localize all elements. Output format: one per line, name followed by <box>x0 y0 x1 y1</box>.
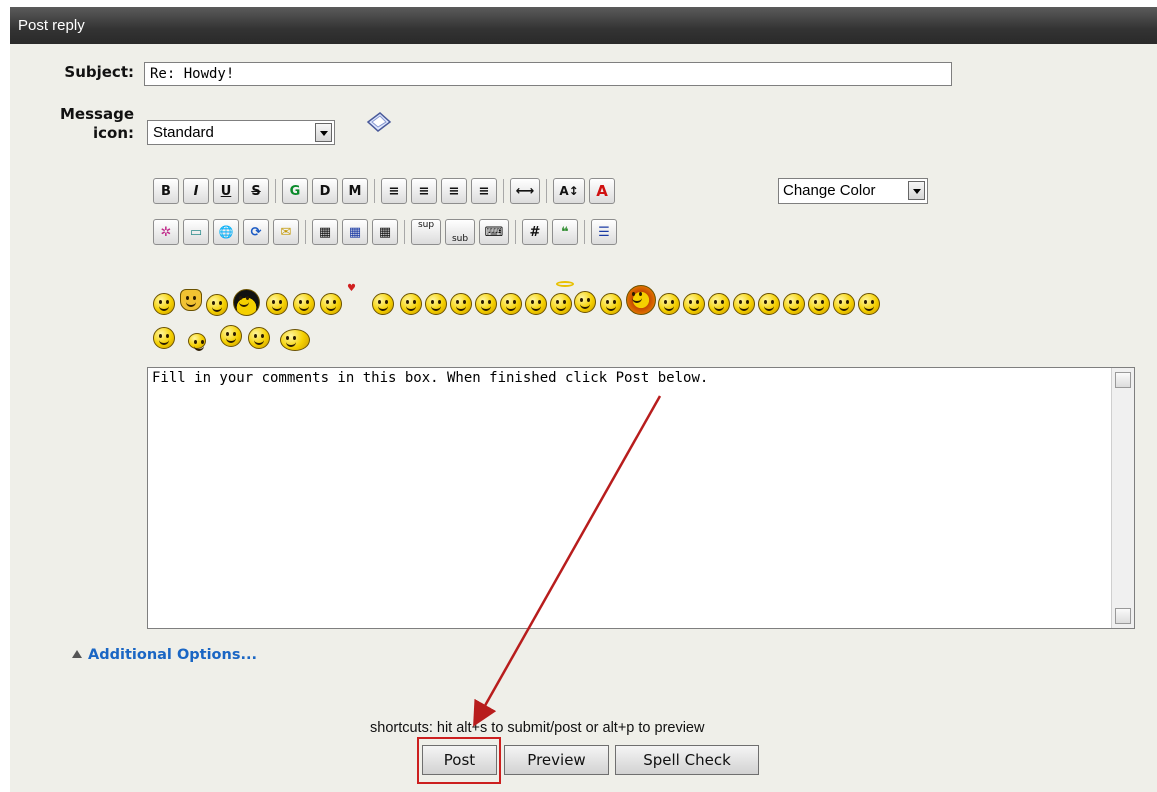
post-highlight-box <box>417 737 501 784</box>
toolbar-divider <box>374 179 375 203</box>
message-textarea[interactable]: Fill in your comments in this box. When … <box>147 367 1135 629</box>
toolbar-divider <box>305 220 306 244</box>
expand-triangle-icon <box>72 650 82 658</box>
scroll-up-icon[interactable] <box>1115 372 1131 388</box>
smiley-icon[interactable] <box>574 291 596 313</box>
superscript-button[interactable]: sup <box>411 219 441 245</box>
align-left-button[interactable]: ≡ <box>411 178 437 204</box>
smiley-icon[interactable] <box>400 293 422 315</box>
glow-button[interactable]: G <box>282 178 308 204</box>
smiley-icon[interactable] <box>758 293 780 315</box>
table-column-button[interactable]: ▦ <box>372 219 398 245</box>
smiley-icon[interactable] <box>500 293 522 315</box>
smiley-icon[interactable] <box>153 293 175 315</box>
smiley-icon[interactable] <box>658 293 680 315</box>
smiley-icon[interactable] <box>550 293 572 315</box>
smiley-icon[interactable] <box>600 293 622 315</box>
message-icon-preview-icon <box>366 112 392 132</box>
smiley-icon[interactable] <box>450 293 472 315</box>
teletype-button[interactable]: ⌨ <box>479 219 509 245</box>
shadow-button[interactable]: D <box>312 178 338 204</box>
police-smiley-icon[interactable] <box>220 325 242 347</box>
preview-button[interactable]: Preview <box>504 745 609 775</box>
strikethrough-button[interactable]: S <box>243 178 269 204</box>
hyperlink-button[interactable]: 🌐 <box>213 219 239 245</box>
toolbar-divider <box>546 179 547 203</box>
additional-options-link[interactable]: Additional Options... <box>72 647 257 663</box>
panel-header: Post reply <box>10 7 1157 44</box>
smiley-icon[interactable] <box>320 293 342 315</box>
smiley-icon[interactable] <box>733 293 755 315</box>
flash-button[interactable]: ✲ <box>153 219 179 245</box>
heart-icon[interactable]: ♥ <box>347 283 356 294</box>
halo-icon <box>556 281 574 287</box>
italic-button[interactable]: I <box>183 178 209 204</box>
smiley-icon[interactable] <box>206 294 228 316</box>
smiley-icon[interactable] <box>153 327 175 349</box>
marquee-button[interactable]: M <box>342 178 368 204</box>
post-reply-panel: Post reply Subject: Message icon: Standa… <box>10 7 1157 792</box>
ftp-link-button[interactable]: ⟳ <box>243 219 269 245</box>
font-size-button[interactable]: A↕ <box>553 178 585 204</box>
smiley-icon[interactable] <box>280 329 310 351</box>
spell-check-button[interactable]: Spell Check <box>615 745 759 775</box>
subscript-button[interactable]: sub <box>445 219 475 245</box>
subject-label: Subject: <box>64 63 134 81</box>
table-button[interactable]: ▦ <box>312 219 338 245</box>
message-icon-label: Message icon: <box>60 105 134 142</box>
code-button[interactable]: # <box>522 219 548 245</box>
smiley-icon[interactable] <box>372 293 394 315</box>
image-button[interactable]: ▭ <box>183 219 209 245</box>
smiley-icon[interactable] <box>783 293 805 315</box>
smiley-icon[interactable] <box>293 293 315 315</box>
smiley-icon[interactable] <box>233 289 260 316</box>
align-center-button[interactable]: ≡ <box>441 178 467 204</box>
smiley-icon[interactable] <box>475 293 497 315</box>
smiley-icon[interactable] <box>188 333 206 351</box>
smiley-icon[interactable] <box>626 285 656 315</box>
toolbar-divider <box>515 220 516 244</box>
message-icon-selected: Standard <box>153 124 214 141</box>
thumbs-up-icon[interactable] <box>180 289 202 311</box>
email-button[interactable]: ✉ <box>273 219 299 245</box>
scroll-down-icon[interactable] <box>1115 608 1131 624</box>
smiley-icon[interactable] <box>808 293 830 315</box>
font-color-button[interactable]: A <box>589 178 615 204</box>
change-color-label: Change Color <box>783 182 876 199</box>
bold-button[interactable]: B <box>153 178 179 204</box>
message-icon-select[interactable]: Standard <box>147 120 335 145</box>
toolbar-divider <box>404 220 405 244</box>
list-button[interactable]: ☰ <box>591 219 617 245</box>
quote-button[interactable]: ❝ <box>552 219 578 245</box>
toolbar-divider <box>503 179 504 203</box>
underline-button[interactable]: U <box>213 178 239 204</box>
toolbar-divider <box>275 179 276 203</box>
message-scrollbar[interactable] <box>1111 368 1134 628</box>
smiley-icon[interactable] <box>525 293 547 315</box>
smiley-icon[interactable] <box>248 327 270 349</box>
smiley-icon[interactable] <box>683 293 705 315</box>
smiley-icon[interactable] <box>833 293 855 315</box>
message-text: Fill in your comments in this box. When … <box>152 370 709 386</box>
smiley-icon[interactable] <box>708 293 730 315</box>
table-row-button[interactable]: ▦ <box>342 219 368 245</box>
chevron-down-icon[interactable] <box>315 123 332 142</box>
smiley-icon[interactable] <box>425 293 447 315</box>
shortcuts-hint: shortcuts: hit alt+s to submit/post or a… <box>370 720 705 736</box>
subject-input[interactable] <box>144 62 952 86</box>
pre-button[interactable]: ≡ <box>381 178 407 204</box>
smiley-icon[interactable] <box>858 293 880 315</box>
toolbar-divider <box>584 220 585 244</box>
horizontal-rule-button[interactable]: ⟷ <box>510 178 540 204</box>
smiley-icon[interactable] <box>266 293 288 315</box>
change-color-select[interactable]: Change Color <box>778 178 928 204</box>
chevron-down-icon[interactable] <box>908 181 925 200</box>
align-right-button[interactable]: ≡ <box>471 178 497 204</box>
